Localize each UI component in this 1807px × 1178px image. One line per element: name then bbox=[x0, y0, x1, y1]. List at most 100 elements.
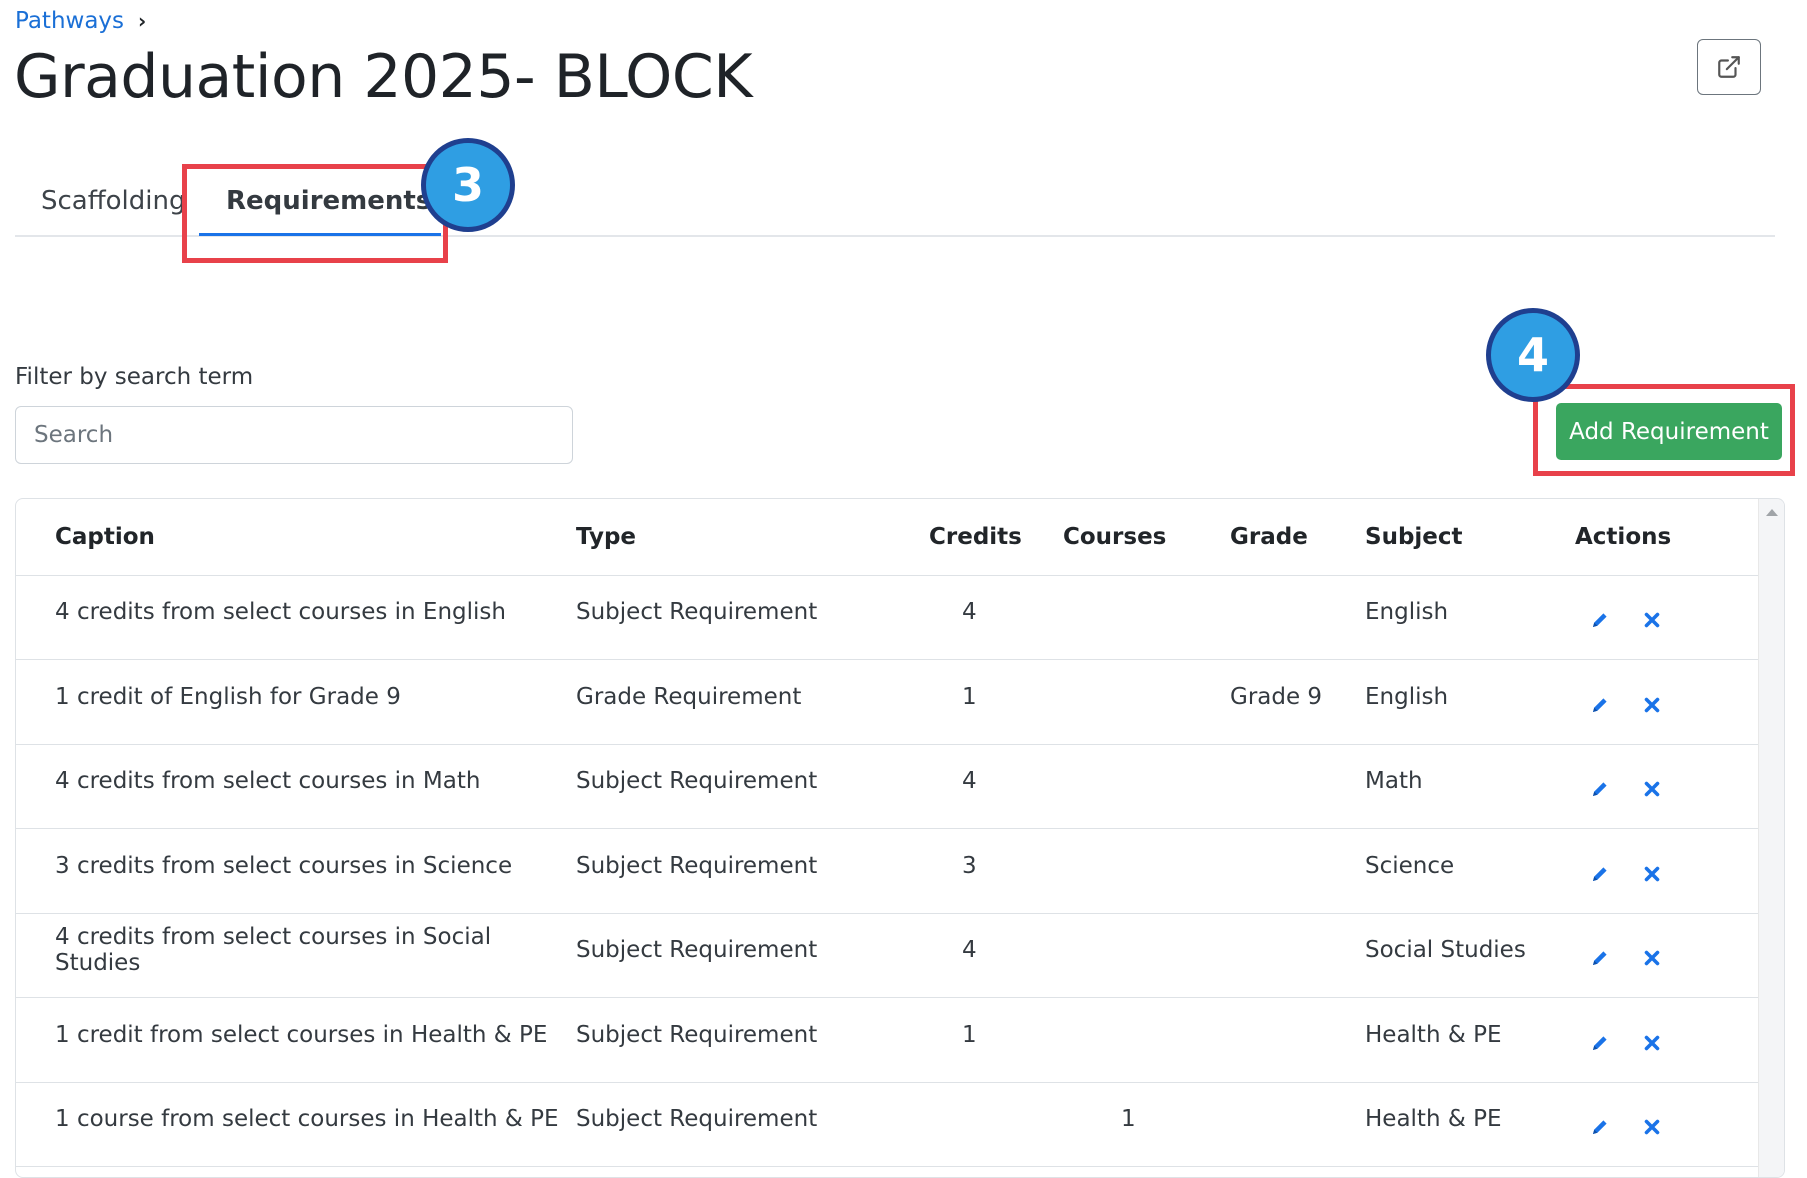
edit-button[interactable] bbox=[1587, 607, 1613, 633]
cell-type-text: Subject Requirement bbox=[576, 937, 818, 964]
cell-caption: 4 credits from select courses in Social … bbox=[16, 913, 576, 998]
cell-subject: Health & PE bbox=[1351, 998, 1575, 1083]
delete-button[interactable] bbox=[1639, 945, 1665, 971]
annotation-highlight-add bbox=[1533, 384, 1795, 476]
cell-caption: 3 credits from select courses in Science bbox=[16, 829, 576, 914]
cell-caption-text: 1 course from select courses in Health &… bbox=[55, 1106, 559, 1133]
edit-button[interactable] bbox=[1587, 1114, 1613, 1140]
col-header-subject[interactable]: Subject bbox=[1351, 499, 1575, 576]
cell-grade bbox=[1191, 829, 1351, 914]
search-input[interactable] bbox=[15, 406, 573, 464]
open-external-button[interactable] bbox=[1697, 39, 1761, 95]
pencil-icon bbox=[1593, 867, 1607, 881]
cell-type: Subject Requirement bbox=[576, 829, 876, 914]
cell-subject-text: English bbox=[1365, 683, 1449, 710]
cell-type: Subject Requirement bbox=[576, 913, 876, 998]
table-row: 4 credits from select courses in English… bbox=[16, 575, 1760, 660]
pencil-icon bbox=[1593, 1120, 1607, 1135]
page-title: Graduation 2025- BLOCK bbox=[14, 42, 753, 112]
cell-actions bbox=[1575, 913, 1760, 998]
cell-caption: 1 credit from select courses in Health &… bbox=[16, 998, 576, 1083]
cell-type-text: Subject Requirement bbox=[576, 1106, 818, 1133]
cell-grade bbox=[1191, 1082, 1351, 1167]
cell-courses bbox=[1026, 829, 1191, 914]
cell-credits-text: 4 bbox=[962, 937, 977, 964]
cell-actions bbox=[1575, 998, 1760, 1083]
cell-courses bbox=[1026, 913, 1191, 998]
cell-type-text: Grade Requirement bbox=[576, 683, 802, 710]
edit-button[interactable] bbox=[1587, 1030, 1613, 1056]
cell-credits-text: 3 bbox=[962, 852, 977, 879]
cell-grade: Grade 9 bbox=[1191, 660, 1351, 745]
cell-caption: 1 course from select courses in Health &… bbox=[16, 1082, 576, 1167]
x-icon bbox=[1644, 697, 1660, 713]
cell-caption: 4 credits from select courses in Math bbox=[16, 744, 576, 829]
row-actions bbox=[1575, 770, 1760, 802]
col-header-caption[interactable]: Caption bbox=[16, 499, 576, 576]
cell-actions bbox=[1575, 744, 1760, 829]
cell-courses bbox=[1026, 998, 1191, 1083]
chevron-right-icon: › bbox=[138, 9, 147, 33]
table-row: 1 credit from select courses in Health &… bbox=[16, 998, 1760, 1083]
annotation-badge-3: 3 bbox=[421, 138, 515, 232]
cell-caption-text: 1 credit from select courses in Health &… bbox=[55, 1021, 548, 1048]
cell-type: Subject Requirement bbox=[576, 744, 876, 829]
cell-type: Subject Requirement bbox=[576, 998, 876, 1083]
tab-scaffolding[interactable]: Scaffolding bbox=[41, 186, 186, 216]
cell-subject: Health & PE bbox=[1351, 1082, 1575, 1167]
cell-caption-text: 4 credits from select courses in English bbox=[55, 599, 506, 626]
col-header-courses[interactable]: Courses bbox=[1026, 499, 1191, 576]
delete-button[interactable] bbox=[1639, 607, 1665, 633]
delete-button[interactable] bbox=[1639, 861, 1665, 887]
annotation-highlight-tab bbox=[182, 164, 448, 263]
table-row: 4 credits from select courses in Social … bbox=[16, 913, 1760, 998]
external-link-icon bbox=[1718, 56, 1740, 78]
cell-grade bbox=[1191, 744, 1351, 829]
col-header-type[interactable]: Type bbox=[576, 499, 876, 576]
cell-actions bbox=[1575, 1082, 1760, 1167]
delete-button[interactable] bbox=[1639, 1030, 1665, 1056]
table-header-row: Caption Type Credits Courses Grade Subje… bbox=[16, 499, 1760, 576]
requirements-table-container: Caption Type Credits Courses Grade Subje… bbox=[15, 498, 1785, 1178]
cell-actions bbox=[1575, 660, 1760, 745]
row-actions bbox=[1575, 601, 1760, 633]
col-header-credits[interactable]: Credits bbox=[876, 499, 1026, 576]
cell-caption-text: 4 credits from select courses in Social … bbox=[55, 924, 492, 977]
pencil-icon bbox=[1593, 1036, 1607, 1050]
filter-label: Filter by search term bbox=[15, 364, 254, 390]
x-icon bbox=[1644, 1035, 1660, 1051]
breadcrumb: Pathways › bbox=[15, 8, 146, 34]
delete-button[interactable] bbox=[1639, 776, 1665, 802]
col-header-grade[interactable]: Grade bbox=[1191, 499, 1351, 576]
breadcrumb-link-pathways[interactable]: Pathways bbox=[15, 8, 124, 34]
row-actions bbox=[1575, 855, 1760, 887]
cell-type-text: Subject Requirement bbox=[576, 852, 818, 879]
table-row: 4 credits from select courses in Math Sub… bbox=[16, 744, 1760, 829]
cell-subject-text: Health & PE bbox=[1365, 1021, 1502, 1048]
row-actions bbox=[1575, 686, 1760, 718]
edit-button[interactable] bbox=[1587, 776, 1613, 802]
cell-credits-text: 4 bbox=[962, 768, 977, 795]
cell-type-text: Subject Requirement bbox=[576, 768, 818, 795]
edit-button[interactable] bbox=[1587, 945, 1613, 971]
cell-credits-text: 4 bbox=[962, 599, 977, 626]
delete-button[interactable] bbox=[1639, 1114, 1665, 1140]
edit-button[interactable] bbox=[1587, 861, 1613, 887]
cell-subject: English bbox=[1351, 575, 1575, 660]
cell-subject: Math bbox=[1351, 744, 1575, 829]
cell-grade bbox=[1191, 913, 1351, 998]
table-scrollbar[interactable] bbox=[1758, 499, 1784, 1177]
cell-type: Subject Requirement bbox=[576, 1082, 876, 1167]
cell-caption-text: 1 credit of English for Grade 9 bbox=[55, 683, 401, 710]
cell-actions bbox=[1575, 829, 1760, 914]
table-row: 3 credits from select courses in Science… bbox=[16, 829, 1760, 914]
col-header-actions: Actions bbox=[1575, 499, 1760, 576]
cell-credits-text: 1 bbox=[962, 1021, 977, 1048]
scroll-up-icon[interactable] bbox=[1766, 509, 1778, 516]
delete-button[interactable] bbox=[1639, 692, 1665, 718]
edit-button[interactable] bbox=[1587, 692, 1613, 718]
cell-caption: 4 credits from select courses in English bbox=[16, 575, 576, 660]
cell-courses bbox=[1026, 575, 1191, 660]
cell-type-text: Subject Requirement bbox=[576, 1021, 818, 1048]
x-icon bbox=[1644, 612, 1660, 628]
